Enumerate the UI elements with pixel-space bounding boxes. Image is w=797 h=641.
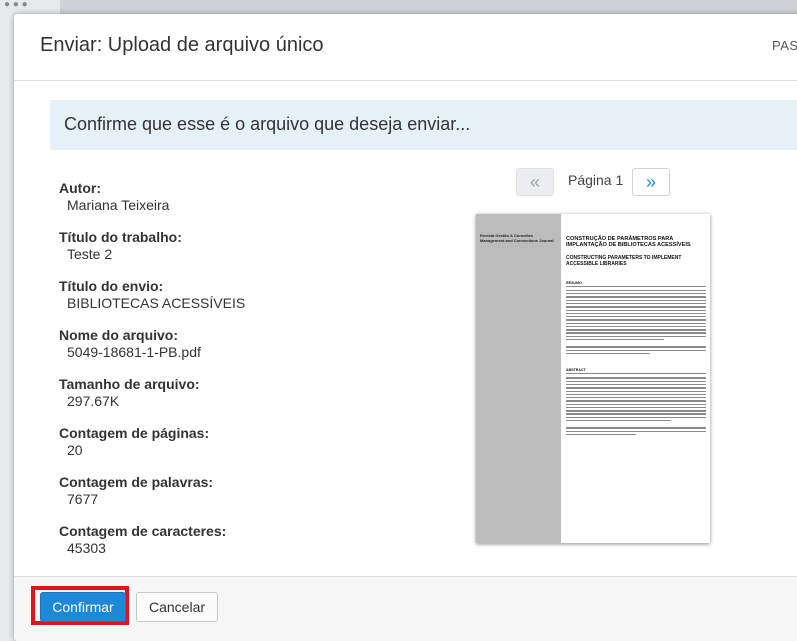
meta-label: Contagem de palavras: [59,474,214,490]
file-metadata: Autor: Mariana Teixeira Título do trabal… [59,180,439,572]
cancel-button[interactable]: Cancelar [136,592,218,622]
confirm-banner: Confirme que esse é o arquivo que deseja… [50,100,797,150]
background-window-controls: ● ● ● [4,0,28,10]
meta-label: Tamanho de arquivo: [59,376,200,392]
meta-value: 45303 [67,540,106,556]
meta-label: Contagem de caracteres: [59,523,227,539]
document-preview: Revista Gestão & Conexões Management and… [476,214,710,543]
meta-word-count: Contagem de palavras: 7677 [59,474,439,508]
document-journal-name: Revista Gestão & Conexões Management and… [480,233,558,244]
document-section-resumo: RESUMO [566,281,706,287]
meta-author: Autor: Mariana Teixeira [59,180,439,214]
meta-value: 20 [67,442,83,458]
document-title-pt: CONSTRUÇÃO DE PARÂMETROS PARA IMPLANTAÇÃ… [566,236,691,249]
meta-label: Autor: [59,180,101,196]
journal-title: Revista Gestão & Conexões Management and… [480,233,554,243]
meta-value: 297.67K [67,393,120,409]
meta-submission-title: Título do envio: BIBLIOTECAS ACESSÍVEIS [59,278,439,312]
page-indicator: Página 1 [568,172,624,188]
modal-header: Enviar: Upload de arquivo único PAS [14,14,797,81]
meta-label: Nome do arquivo: [59,327,179,343]
next-page-button[interactable]: » [632,168,670,196]
document-body: CONSTRUÇÃO DE PARÂMETROS PARA IMPLANTAÇÃ… [566,236,706,437]
meta-label: Contagem de páginas: [59,425,210,441]
confirm-button[interactable]: Confirmar [40,592,126,622]
meta-value: 7677 [67,491,99,507]
meta-file-name: Nome do arquivo: 5049-18681-1-PB.pdf [59,327,439,361]
document-sidebar: Revista Gestão & Conexões Management and… [476,214,561,543]
document-text-lines [566,289,706,341]
meta-file-size: Tamanho de arquivo: 297.67K [59,376,439,410]
meta-value: Mariana Teixeira [67,197,170,213]
meta-char-count: Contagem de caracteres: 45303 [59,523,439,557]
meta-label: Título do envio: [59,278,164,294]
document-text-lines [566,346,706,355]
meta-page-count: Contagem de páginas: 20 [59,425,439,459]
meta-value: BIBLIOTECAS ACESSÍVEIS [67,295,246,311]
meta-label: Título do trabalho: [59,229,182,245]
meta-value: Teste 2 [67,246,113,262]
document-section-abstract: ABSTRACT [566,368,706,375]
previous-page-button[interactable]: « [516,168,554,196]
meta-work-title: Título do trabalho: Teste 2 [59,229,439,263]
modal-title: Enviar: Upload de arquivo único [40,34,324,56]
modal-footer: Confirmar Cancelar [14,576,797,641]
modal-step-label: PAS [772,38,797,53]
document-text-lines [566,427,706,436]
confirm-message: Confirme que esse é o arquivo que deseja… [64,114,471,134]
document-text-lines [566,377,706,422]
upload-modal: Enviar: Upload de arquivo único PAS Conf… [14,14,797,641]
meta-value: 5049-18681-1-PB.pdf [67,344,201,360]
document-title-en: CONSTRUCTING PARAMETERS TO IMPLEMENT ACC… [566,254,682,267]
